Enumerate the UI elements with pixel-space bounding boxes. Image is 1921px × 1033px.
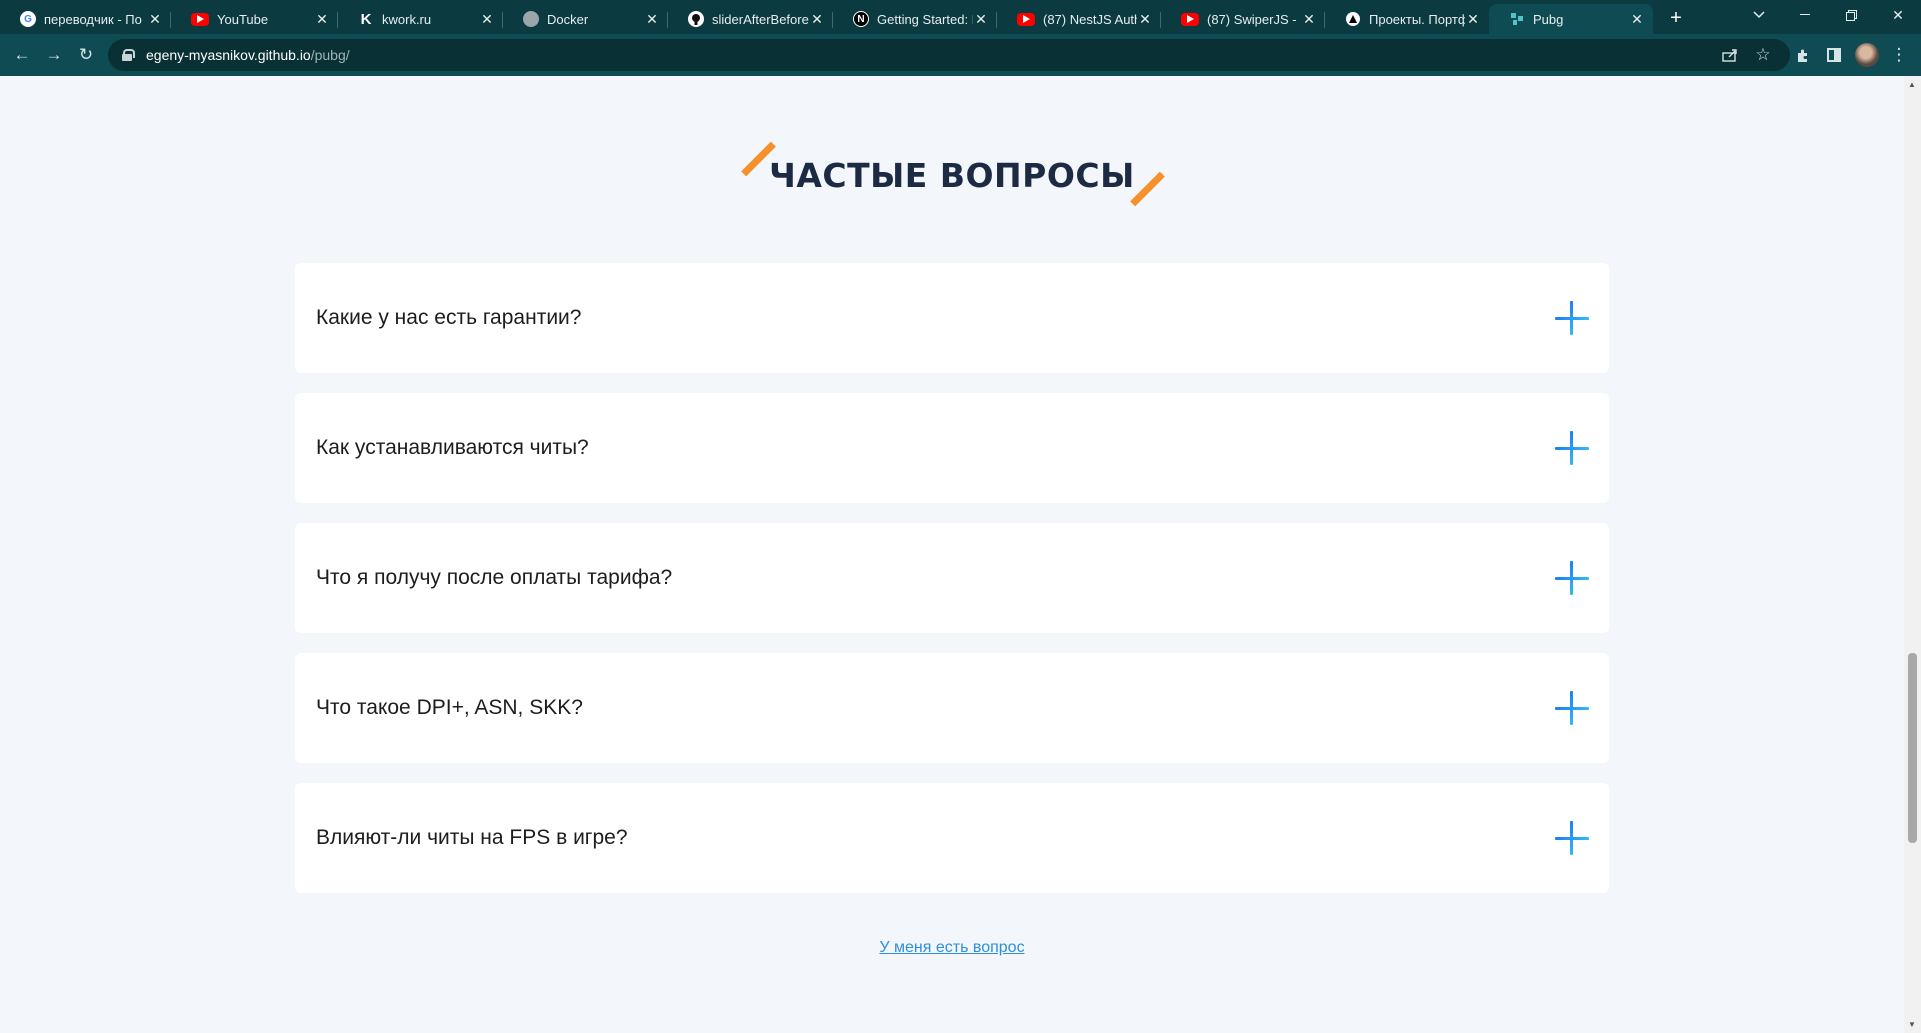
menu-kebab-icon[interactable]: ⋮ <box>1887 43 1911 67</box>
plus-icon[interactable] <box>1555 821 1589 855</box>
faq-heading: ЧАСТЫЕ ВОПРОСЫ <box>741 141 1165 207</box>
youtube-icon <box>191 12 209 26</box>
page-scrollbar[interactable]: ▲ ▼ <box>1904 76 1921 1033</box>
close-icon[interactable]: ✕ <box>644 11 660 28</box>
ask-question-link[interactable]: У меня есть вопрос <box>879 939 1024 956</box>
browser-toolbar: ← → ↻ egeny-myasnikov.github.io/pubg/ ☆ … <box>0 34 1921 76</box>
reload-icon[interactable]: ↻ <box>74 43 98 67</box>
tab-projects[interactable]: Проекты. Портфо ✕ <box>1325 4 1489 34</box>
youtube-icon <box>1017 12 1035 26</box>
tab-search-icon[interactable] <box>1736 0 1782 30</box>
close-icon[interactable]: ✕ <box>314 11 330 28</box>
back-icon[interactable]: ← <box>10 43 34 67</box>
faq-question: Что я получу после оплаты тарифа? <box>316 566 673 589</box>
tab-strip: G переводчик - По ✕ YouTube ✕ K kwork.ru… <box>0 0 1921 34</box>
plus-icon[interactable] <box>1555 301 1589 335</box>
faq-item-1[interactable]: Какие у нас есть гарантии? <box>295 263 1609 373</box>
pubg-icon <box>1509 11 1525 27</box>
tab-title: sliderAfterBefore/ <box>712 11 809 27</box>
youtube-icon <box>1181 12 1199 26</box>
close-icon[interactable]: ✕ <box>1465 11 1481 28</box>
lock-icon <box>122 49 135 61</box>
tab-title: (87) SwiperJS - Re <box>1207 11 1301 27</box>
plus-icon[interactable] <box>1555 561 1589 595</box>
tab-title: Проекты. Портфо <box>1369 11 1465 27</box>
tab-nextjs[interactable]: N Getting Started: In ✕ <box>833 4 997 34</box>
new-tab-button[interactable]: + <box>1664 6 1688 30</box>
faq-question: Влияют-ли читы на FPS в игре? <box>316 826 628 849</box>
tab-docker[interactable]: Docker ✕ <box>503 4 668 34</box>
nextjs-icon: N <box>853 11 869 27</box>
tab-title: переводчик - По <box>44 11 142 27</box>
triangle-icon <box>1345 11 1361 27</box>
share-icon[interactable] <box>1718 43 1742 67</box>
tab-translator[interactable]: G переводчик - По ✕ <box>0 4 171 34</box>
tab-nestjs[interactable]: (87) NestJS Autho ✕ <box>997 4 1161 34</box>
faq-item-3[interactable]: Что я получу после оплаты тарифа? <box>295 523 1609 633</box>
close-icon[interactable]: ✕ <box>147 11 163 28</box>
tab-title: Docker <box>547 11 589 27</box>
close-window-icon[interactable]: ✕ <box>1875 0 1921 30</box>
profile-avatar[interactable] <box>1855 43 1879 67</box>
address-bar[interactable]: egeny-myasnikov.github.io/pubg/ <box>108 39 1790 71</box>
tab-title: (87) NestJS Autho <box>1043 11 1137 27</box>
faq-item-4[interactable]: Что такое DPI+, ASN, SKK? <box>295 653 1609 763</box>
accent-slash-right <box>1129 171 1165 207</box>
tab-title: kwork.ru <box>382 11 432 27</box>
tab-swiperjs[interactable]: (87) SwiperJS - Re ✕ <box>1161 4 1325 34</box>
close-icon[interactable]: ✕ <box>1137 11 1153 28</box>
close-icon[interactable]: ✕ <box>1301 11 1317 28</box>
minimize-icon[interactable] <box>1782 0 1828 30</box>
google-icon: G <box>20 11 36 27</box>
tab-kwork[interactable]: K kwork.ru ✕ <box>338 4 503 34</box>
close-icon[interactable]: ✕ <box>809 11 825 28</box>
github-icon <box>688 11 704 27</box>
plus-icon[interactable] <box>1555 691 1589 725</box>
tab-github[interactable]: sliderAfterBefore/ ✕ <box>668 4 833 34</box>
faq-question: Как устанавливаются читы? <box>316 436 589 459</box>
scroll-down-icon[interactable]: ▼ <box>1908 1020 1916 1029</box>
faq-question: Что такое DPI+, ASN, SKK? <box>316 696 583 719</box>
close-icon[interactable]: ✕ <box>973 11 989 28</box>
url-host: egeny-myasnikov.github.io <box>146 47 311 63</box>
scroll-up-icon[interactable]: ▲ <box>1908 80 1916 89</box>
restore-icon[interactable] <box>1828 0 1874 30</box>
side-panel-icon[interactable] <box>1822 43 1846 67</box>
plus-icon[interactable] <box>1555 431 1589 465</box>
faq-heading-text: ЧАСТЫЕ ВОПРОСЫ <box>769 156 1135 195</box>
close-icon[interactable]: ✕ <box>479 11 495 28</box>
kwork-icon: K <box>360 10 372 28</box>
faq-item-5[interactable]: Влияют-ли читы на FPS в игре? <box>295 783 1609 893</box>
tab-pubg[interactable]: Pubg ✕ <box>1489 4 1653 34</box>
faq-question: Какие у нас есть гарантии? <box>316 306 582 329</box>
globe-icon <box>523 11 539 27</box>
faq-item-2[interactable]: Как устанавливаются читы? <box>295 393 1609 503</box>
forward-icon[interactable]: → <box>42 43 66 67</box>
extensions-icon[interactable] <box>1790 43 1814 67</box>
tab-youtube[interactable]: YouTube ✕ <box>171 4 338 34</box>
faq-heading-wrap: ЧАСТЫЕ ВОПРОСЫ <box>0 141 1904 207</box>
bookmark-star-icon[interactable]: ☆ <box>1751 43 1775 67</box>
url-path: /pubg/ <box>310 47 350 63</box>
scrollbar-thumb[interactable] <box>1908 653 1917 843</box>
page-viewport: ЧАСТЫЕ ВОПРОСЫ Какие у нас есть гарантии… <box>0 76 1904 1033</box>
tab-title: Pubg <box>1533 11 1564 27</box>
ask-question-wrap: У меня есть вопрос <box>0 939 1904 957</box>
tab-title: Getting Started: In <box>877 11 973 27</box>
close-icon[interactable]: ✕ <box>1629 11 1645 28</box>
tab-title: YouTube <box>217 11 269 27</box>
